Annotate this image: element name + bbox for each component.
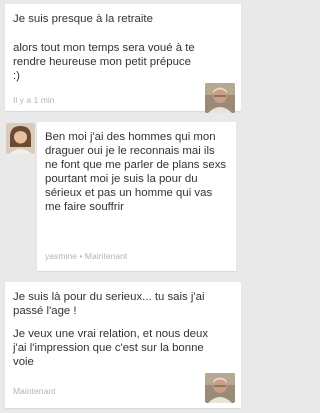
timestamp: Maintenant	[84, 251, 128, 261]
man-avatar-icon[interactable]	[205, 83, 235, 113]
message-text: Je suis presque à la retraite	[13, 13, 153, 25]
message-text: Je veux une vrai relation, et nous deux …	[13, 328, 209, 368]
timestamp: Maintenant	[13, 386, 56, 396]
message-text: alors tout mon temps sera voué à te rend…	[13, 42, 195, 82]
man-avatar-icon[interactable]	[205, 373, 235, 403]
message-meta: yasmine • Maintenant	[45, 251, 127, 261]
message-text: Ben moi j'ai des hommes qui mon draguer …	[45, 131, 227, 213]
meta-separator: •	[79, 251, 83, 261]
message-text: Je suis là pour du serieux... tu sais j'…	[13, 291, 205, 317]
message-bubble-incoming: Ben moi j'ai des hommes qui mon draguer …	[37, 122, 236, 271]
timestamp: Il y a 1 min	[13, 95, 55, 105]
sender-name: yasmine	[45, 251, 77, 261]
woman-avatar-icon[interactable]	[6, 123, 35, 154]
